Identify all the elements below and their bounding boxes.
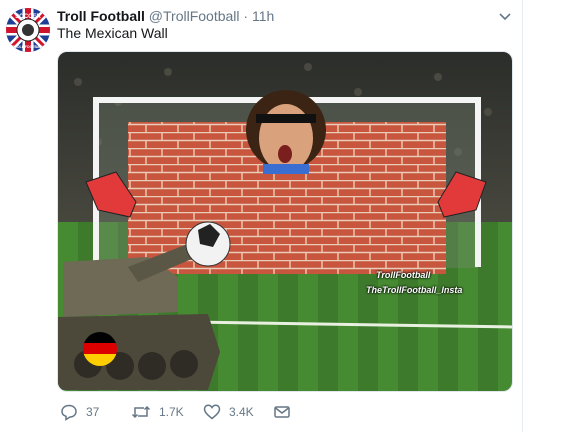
retweet-count: 1.7K xyxy=(159,405,184,419)
meme-illustration xyxy=(58,52,512,391)
retweet-icon xyxy=(131,405,151,419)
tweet-text: The Mexican Wall xyxy=(57,25,168,41)
watermark-line1: TrollFootball xyxy=(376,270,431,280)
chevron-down-icon xyxy=(499,13,511,21)
reply-count: 37 xyxy=(86,405,100,419)
reply-button[interactable]: 37 xyxy=(60,403,99,421)
tweet-header: Troll Football @TrollFootball · 11h xyxy=(57,8,274,24)
message-icon xyxy=(274,406,290,418)
author-name[interactable]: Troll Football xyxy=(57,8,145,24)
union-jack-badge-icon: SOCCER TROLL FOOTBALL xyxy=(6,8,50,52)
reply-icon xyxy=(61,404,77,421)
tweet-media-image[interactable]: TrollFootball TheTrollFootball_Insta xyxy=(57,51,513,392)
tweet-timestamp[interactable]: 11h xyxy=(252,8,274,24)
avatar[interactable]: SOCCER TROLL FOOTBALL xyxy=(6,8,50,52)
direct-message-button[interactable] xyxy=(273,403,291,421)
avatar-badge-bottom-text: TROLL FOOTBALL xyxy=(12,45,44,49)
timeline-divider xyxy=(522,0,523,432)
tweet-menu-button[interactable] xyxy=(497,8,513,24)
like-icon xyxy=(203,404,221,420)
like-button[interactable]: 3.4K xyxy=(203,403,254,421)
avatar-badge-top-text: SOCCER xyxy=(15,14,41,20)
like-count: 3.4K xyxy=(229,405,254,419)
germany-flag-icon xyxy=(83,332,117,366)
tweet-card[interactable]: SOCCER TROLL FOOTBALL Troll Football @Tr… xyxy=(0,0,568,432)
separator-dot: · xyxy=(243,8,249,24)
retweet-button[interactable]: 1.7K xyxy=(131,403,184,421)
watermark-line2: TheTrollFootball_Insta xyxy=(366,285,463,295)
author-handle[interactable]: @TrollFootball xyxy=(149,8,240,24)
